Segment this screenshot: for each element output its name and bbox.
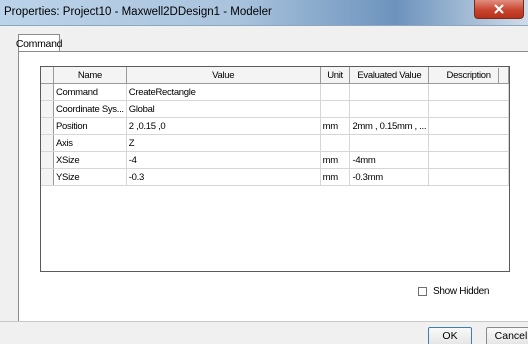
cell-value[interactable]: 2 ,0.15 ,0 bbox=[126, 117, 321, 135]
column-header-value[interactable]: Value bbox=[126, 67, 321, 84]
cell-unit[interactable] bbox=[320, 100, 351, 118]
cell-evaluated-value bbox=[349, 100, 430, 118]
cell-name: Axis bbox=[53, 134, 127, 152]
cell-name: Position bbox=[53, 117, 127, 135]
cell-description[interactable] bbox=[428, 168, 509, 186]
row-selector[interactable] bbox=[41, 83, 54, 101]
cancel-button-label: Cancel bbox=[494, 330, 528, 342]
cell-description[interactable] bbox=[428, 151, 509, 169]
cell-unit[interactable]: mm bbox=[320, 117, 351, 135]
cell-unit[interactable] bbox=[320, 83, 351, 101]
close-button[interactable] bbox=[474, 0, 524, 19]
close-icon bbox=[494, 4, 504, 14]
properties-table: Name Value Unit Evaluated Value Descript… bbox=[41, 67, 509, 186]
cell-unit[interactable] bbox=[320, 134, 351, 152]
cell-value[interactable]: Global bbox=[126, 100, 321, 118]
column-header-unit[interactable]: Unit bbox=[320, 67, 351, 84]
table-row[interactable]: Coordinate Sys... Global bbox=[41, 100, 509, 118]
cell-evaluated-value: -0.3mm bbox=[349, 168, 430, 186]
tab-command[interactable]: Command bbox=[15, 34, 63, 52]
cell-value[interactable]: -4 bbox=[126, 151, 321, 169]
window-title: Properties: Project10 - Maxwell2DDesign1… bbox=[4, 6, 272, 18]
column-header-name[interactable]: Name bbox=[53, 67, 127, 84]
cell-value[interactable]: Z bbox=[126, 134, 321, 152]
cell-description[interactable] bbox=[428, 117, 509, 135]
ok-button-label: OK bbox=[442, 330, 458, 342]
column-header-evaluated-value[interactable]: Evaluated Value bbox=[349, 67, 430, 84]
cell-name: Coordinate Sys... bbox=[53, 100, 127, 118]
cell-unit[interactable]: mm bbox=[320, 151, 351, 169]
show-hidden-checkbox[interactable] bbox=[418, 287, 427, 296]
cell-value[interactable]: CreateRectangle bbox=[126, 83, 321, 101]
cell-evaluated-value: 2mm , 0.15mm , ... bbox=[349, 117, 430, 135]
table-header-row: Name Value Unit Evaluated Value Descript… bbox=[41, 67, 509, 84]
table-row[interactable]: Command CreateRectangle bbox=[41, 83, 509, 101]
properties-grid[interactable]: Name Value Unit Evaluated Value Descript… bbox=[40, 66, 510, 272]
row-selector-header bbox=[41, 67, 54, 84]
cell-name: XSize bbox=[53, 151, 127, 169]
cell-value[interactable]: -0.3 bbox=[126, 168, 321, 186]
title-bar[interactable]: Properties: Project10 - Maxwell2DDesign1… bbox=[0, 0, 528, 26]
cell-description[interactable] bbox=[428, 100, 509, 118]
cell-description[interactable] bbox=[428, 83, 509, 101]
row-selector[interactable] bbox=[41, 168, 54, 186]
cell-description[interactable] bbox=[428, 134, 509, 152]
column-header-description[interactable]: Description bbox=[428, 67, 509, 84]
cell-name: YSize bbox=[53, 168, 127, 186]
table-row[interactable]: YSize -0.3 mm -0.3mm bbox=[41, 168, 509, 186]
header-scroll-stub bbox=[498, 68, 508, 83]
show-hidden-label: Show Hidden bbox=[433, 286, 490, 297]
row-selector[interactable] bbox=[41, 134, 54, 152]
show-hidden-option[interactable]: Show Hidden bbox=[418, 286, 489, 297]
ok-button[interactable]: OK bbox=[428, 327, 472, 344]
cell-evaluated-value bbox=[349, 83, 430, 101]
cell-unit[interactable]: mm bbox=[320, 168, 351, 186]
cancel-button[interactable]: Cancel bbox=[486, 327, 528, 344]
tab-command-label: Command bbox=[15, 37, 63, 50]
table-row[interactable]: Axis Z bbox=[41, 134, 509, 152]
table-row[interactable]: XSize -4 mm -4mm bbox=[41, 151, 509, 169]
row-selector[interactable] bbox=[41, 151, 54, 169]
table-row[interactable]: Position 2 ,0.15 ,0 mm 2mm , 0.15mm , ..… bbox=[41, 117, 509, 135]
row-selector[interactable] bbox=[41, 100, 54, 118]
row-selector[interactable] bbox=[41, 117, 54, 135]
cell-name: Command bbox=[53, 83, 127, 101]
cell-evaluated-value: -4mm bbox=[349, 151, 430, 169]
footer-divider bbox=[0, 321, 528, 322]
cell-evaluated-value bbox=[349, 134, 430, 152]
